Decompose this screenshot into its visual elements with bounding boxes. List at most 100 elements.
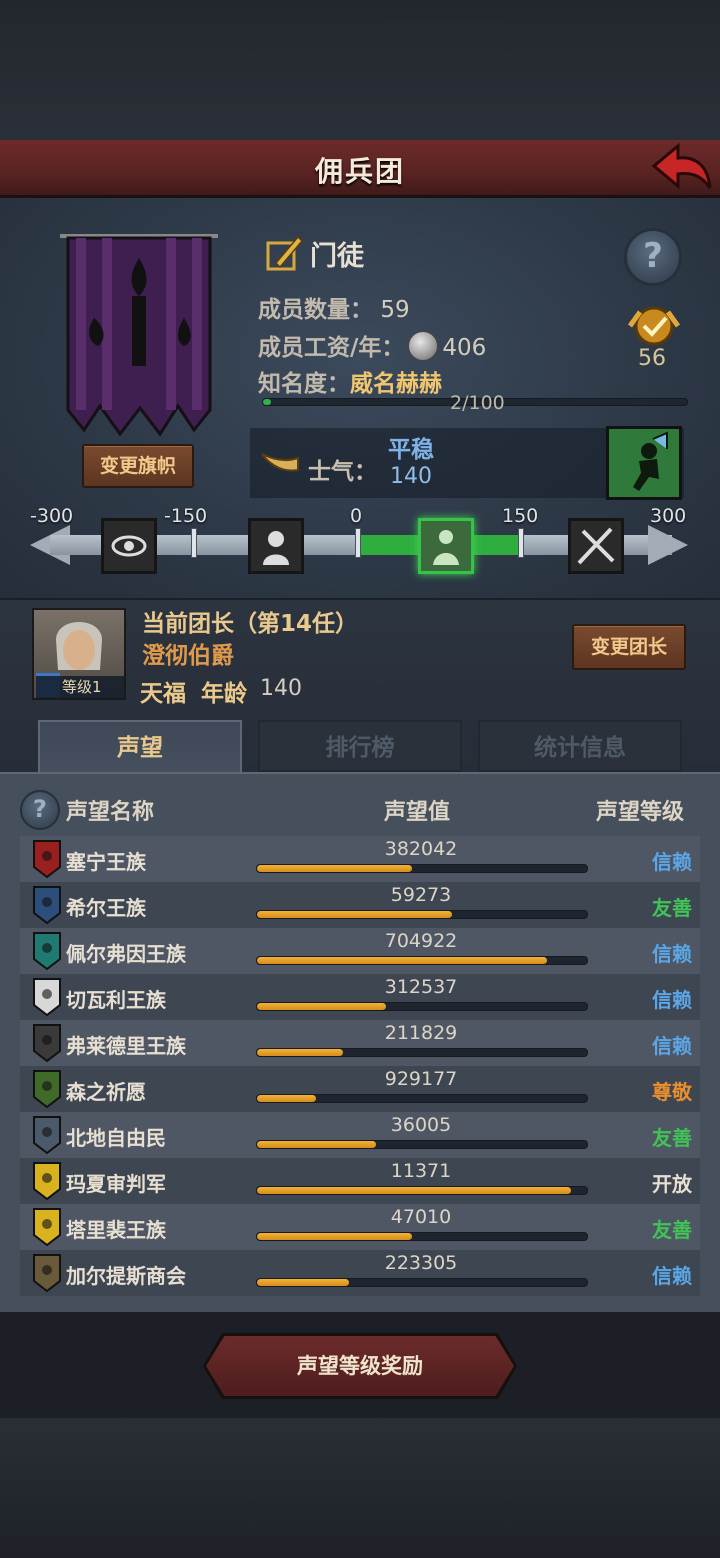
col-header-name: 声望名称 xyxy=(66,800,155,825)
morale-despair-icon[interactable] xyxy=(248,518,304,574)
badge-count: 56 xyxy=(638,346,666,371)
reputation-progress-bar xyxy=(256,1002,588,1011)
faction-crest-icon xyxy=(32,1069,62,1109)
reputation-progress-fill xyxy=(257,1233,413,1240)
faction-name: 塞宁王族 xyxy=(66,850,146,874)
morale-status-icon[interactable] xyxy=(606,426,682,500)
change-banner-button[interactable]: 变更旗帜 xyxy=(82,444,194,488)
morale-value: 140 xyxy=(390,464,432,489)
reputation-progress-bar xyxy=(256,1094,588,1103)
reputation-value: 211829 xyxy=(384,1022,458,1044)
leader-title: 当前团长（第14任） xyxy=(142,611,359,637)
reputation-value: 929177 xyxy=(384,1068,458,1090)
reputation-level: 友善 xyxy=(652,896,692,920)
scale-tick xyxy=(518,528,524,558)
reputation-value: 59273 xyxy=(390,884,452,906)
reputation-progress-fill xyxy=(257,1049,343,1056)
faction-name: 希尔王族 xyxy=(66,896,146,920)
reputation-progress-bar xyxy=(256,864,588,873)
reputation-level: 信赖 xyxy=(652,1264,692,1288)
faction-name: 玛夏审判军 xyxy=(66,1172,166,1196)
scale-label: 0 xyxy=(350,505,363,527)
leader-name: 澄彻伯爵 xyxy=(142,643,234,669)
back-arrow-icon[interactable] xyxy=(648,142,714,194)
reputation-progress-bar xyxy=(256,1232,588,1241)
reputation-row[interactable]: 玛夏审判军 11371 开放 xyxy=(20,1158,700,1204)
reputation-row[interactable]: 弗莱德里王族 211829 信赖 xyxy=(20,1020,700,1066)
reputation-row[interactable]: 希尔王族 59273 友善 xyxy=(20,882,700,928)
reputation-row[interactable]: 塞宁王族 382042 信赖 xyxy=(20,836,700,882)
reputation-row[interactable]: 加尔提斯商会 223305 信赖 xyxy=(20,1250,700,1296)
scale-label: -300 xyxy=(30,505,74,527)
morale-eye-icon[interactable] xyxy=(101,518,157,574)
reputation-row[interactable]: 切瓦利王族 312537 信赖 xyxy=(20,974,700,1020)
title-bar: 佣兵团 xyxy=(0,140,720,198)
reputation-level: 信赖 xyxy=(652,988,692,1012)
change-leader-button[interactable]: 变更团长 xyxy=(572,624,686,670)
fame-progress-fill xyxy=(263,399,272,405)
reputation-level: 信赖 xyxy=(652,850,692,874)
reputation-progress-fill xyxy=(257,1187,571,1194)
reputation-level: 信赖 xyxy=(652,942,692,966)
company-banner xyxy=(60,234,218,437)
reputation-progress-fill xyxy=(257,1141,376,1148)
reputation-value: 312537 xyxy=(384,976,458,998)
morale-state: 平稳 xyxy=(388,437,434,463)
reputation-row[interactable]: 北地自由民 36005 友善 xyxy=(20,1112,700,1158)
scale-label: 300 xyxy=(650,505,687,527)
reputation-row[interactable]: 佩尔弗因王族 704922 信赖 xyxy=(20,928,700,974)
reputation-progress-bar xyxy=(256,1048,588,1057)
tab-reputation[interactable]: 声望 xyxy=(38,720,242,772)
faction-name: 北地自由民 xyxy=(66,1126,166,1150)
tab-statistics[interactable]: 统计信息 xyxy=(478,720,682,772)
faction-crest-icon xyxy=(32,1161,62,1201)
col-header-value: 声望值 xyxy=(384,800,451,825)
faction-crest-icon xyxy=(32,977,62,1017)
silver-coin-icon xyxy=(408,331,439,361)
reputation-progress-fill xyxy=(257,1279,350,1286)
reputation-progress-fill xyxy=(257,1095,317,1102)
reputation-level: 友善 xyxy=(652,1126,692,1150)
tab-leaderboard[interactable]: 排行榜 xyxy=(258,720,462,772)
reputation-reward-button[interactable]: 声望等级奖励 xyxy=(206,1336,514,1396)
scale-label: -150 xyxy=(164,505,208,527)
reputation-row[interactable]: 塔里裴王族 47010 友善 xyxy=(20,1204,700,1250)
scale-tick xyxy=(355,528,361,558)
faction-crest-icon xyxy=(32,1253,62,1293)
horn-icon xyxy=(261,453,299,472)
help-icon[interactable]: ? xyxy=(20,790,60,830)
col-header-level: 声望等级 xyxy=(596,800,685,825)
reputation-row[interactable]: 森之祈愿 929177 尊敬 xyxy=(20,1066,700,1112)
reputation-value: 11371 xyxy=(390,1160,452,1182)
faction-name: 加尔提斯商会 xyxy=(66,1264,186,1288)
faction-crest-icon xyxy=(32,1023,62,1063)
reputation-level: 尊敬 xyxy=(652,1080,692,1104)
morale-calm-icon[interactable] xyxy=(418,518,474,574)
faction-crest-icon xyxy=(32,931,62,971)
reputation-progress-bar xyxy=(256,956,588,965)
morale-battle-icon[interactable] xyxy=(568,518,624,574)
reputation-progress-bar xyxy=(256,1186,588,1195)
faction-name: 森之祈愿 xyxy=(66,1080,146,1104)
faction-name: 佩尔弗因王族 xyxy=(66,942,186,966)
reputation-progress-fill xyxy=(257,865,413,872)
company-rank: 门徒 xyxy=(310,241,364,272)
wage-stat: 成员工资/年： 406 xyxy=(258,328,486,362)
morale-label: 士气： xyxy=(308,459,377,485)
reputation-value: 382042 xyxy=(384,838,458,860)
scale-right-arrow xyxy=(648,525,688,565)
fame-progress-text: 2/100 xyxy=(450,392,505,414)
members-stat: 成员数量： 59 xyxy=(258,297,410,323)
reputation-value: 47010 xyxy=(390,1206,452,1228)
help-icon[interactable]: ? xyxy=(624,228,682,286)
faction-name: 切瓦利王族 xyxy=(66,988,166,1012)
faction-crest-icon xyxy=(32,885,62,925)
reputation-value: 223305 xyxy=(384,1252,458,1274)
reputation-progress-bar xyxy=(256,910,588,919)
leader-age-label: 年龄 xyxy=(201,681,247,707)
reputation-progress-bar xyxy=(256,1140,588,1149)
page-title: 佣兵团 xyxy=(314,155,405,188)
scale-label: 150 xyxy=(502,505,539,527)
reputation-progress-fill xyxy=(257,911,452,918)
reputation-level: 开放 xyxy=(652,1172,692,1196)
